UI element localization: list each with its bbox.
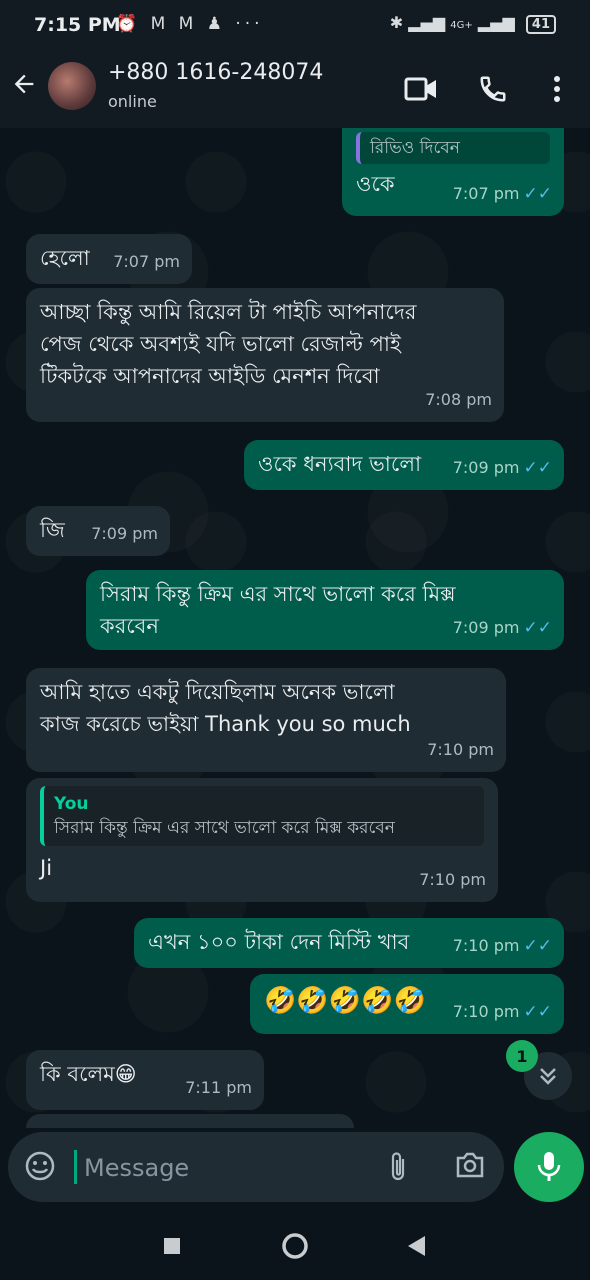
message-time: 7:07 pm — [113, 252, 180, 271]
message-incoming[interactable]: You সিরাম কিন্তু ক্রিম এর সাথে ভালো করে … — [26, 778, 498, 902]
message-time: 7:09 pm — [91, 524, 158, 543]
message-line: আচ্ছা কিন্তু আমি রিয়েল টা পাইচি আপনাদের — [40, 300, 417, 324]
emoji-icon[interactable] — [24, 1150, 56, 1186]
home-button[interactable] — [277, 1228, 313, 1264]
unread-count-badge: 1 — [506, 1040, 538, 1072]
video-call-icon[interactable] — [404, 72, 438, 106]
battery-icon: 41 — [525, 15, 556, 34]
message-input[interactable] — [82, 1148, 376, 1188]
message-time: 7:10 pm — [452, 1002, 520, 1021]
status-time: 7:15 PM — [34, 14, 121, 36]
camera-icon[interactable] — [454, 1150, 486, 1184]
voice-call-icon[interactable] — [476, 72, 510, 106]
message-incoming[interactable] — [26, 1114, 354, 1128]
text-cursor — [74, 1150, 77, 1184]
message-meta: 7:09 pm ✓✓ — [453, 452, 552, 484]
quoted-message[interactable]: You সিরাম কিন্তু ক্রিম এর সাথে ভালো করে … — [40, 786, 484, 846]
message-outgoing[interactable]: এখন ১০০ টাকা দেন মিস্টি খাব 7:10 pm ✓✓ — [134, 918, 564, 968]
system-navigation-bar — [0, 1212, 590, 1280]
message-time: 7:10 pm — [419, 870, 486, 889]
message-line: পেজ থেকে অবশ্যই যদি ভালো রেজাল্ট পাই — [40, 332, 401, 356]
back-button[interactable] — [398, 1228, 434, 1264]
back-arrow-icon[interactable] — [10, 70, 38, 106]
message-meta: 7:10 pm ✓✓ — [453, 996, 552, 1028]
circle-icon — [282, 1233, 308, 1259]
recents-button[interactable] — [154, 1228, 190, 1264]
message-line: আমি হাতে একটু দিয়েছিলাম অনেক ভালো — [40, 680, 395, 704]
network-type: 4G+ — [450, 20, 473, 31]
more-options-icon[interactable] — [540, 72, 574, 106]
read-tick-icon: ✓✓ — [523, 618, 553, 638]
message-outgoing[interactable]: 🤣🤣🤣🤣🤣 7:10 pm ✓✓ — [250, 974, 564, 1034]
read-tick-icon: ✓✓ — [523, 184, 553, 204]
signal-icon: ▂▄▆ — [408, 13, 446, 32]
message-incoming[interactable]: জি 7:09 pm — [26, 506, 170, 556]
quoted-message[interactable]: রিভিও দিবেন — [356, 132, 550, 164]
status-bar: 7:15 PM ⏰ M M ♟ ··· ✱ ▂▄▆ 4G+ ▂▄▆ 41 — [0, 0, 590, 56]
message-line: কাজ করেচে ভাইয়া Thank you so much — [40, 712, 411, 736]
quoted-author: You — [54, 794, 89, 814]
microphone-icon — [537, 1152, 561, 1181]
message-outgoing[interactable]: সিরাম কিন্তু ক্রিম এর সাথে ভালো করে মিক্… — [86, 570, 564, 650]
read-tick-icon: ✓✓ — [523, 458, 553, 478]
read-tick-icon: ✓✓ — [523, 936, 553, 956]
quoted-text: সিরাম কিন্তু ক্রিম এর সাথে ভালো করে মিক্… — [54, 818, 395, 838]
read-tick-icon: ✓✓ — [523, 1002, 553, 1022]
message-time: 7:09 pm — [452, 618, 520, 637]
contact-status: online — [108, 92, 157, 111]
message-incoming[interactable]: কি বলেম😁 7:11 pm — [26, 1050, 264, 1110]
message-meta: 7:07 pm ✓✓ — [453, 178, 552, 210]
message-incoming[interactable]: হেলো 7:07 pm — [26, 234, 192, 284]
contact-name[interactable]: +880 1616-248074 — [108, 60, 323, 85]
message-line: সিরাম কিন্তু ক্রিম এর সাথে ভালো করে মিক্… — [100, 582, 456, 606]
message-incoming[interactable]: আচ্ছা কিন্তু আমি রিয়েল টা পাইচি আপনাদের… — [26, 288, 504, 422]
quoted-text: রিভিও দিবেন — [370, 138, 460, 158]
square-icon — [164, 1238, 180, 1254]
triangle-back-icon — [408, 1236, 425, 1256]
system-icons: ✱ ▂▄▆ 4G+ ▂▄▆ 41 — [390, 13, 556, 34]
chat-area[interactable]: রিভিও দিবেন ওকে 7:07 pm ✓✓ হেলো 7:07 pm আ… — [0, 128, 590, 1128]
message-time: 7:10 pm — [427, 740, 494, 759]
attach-icon[interactable] — [386, 1150, 410, 1188]
chat-header: +880 1616-248074 online — [0, 56, 590, 128]
message-text: Ji — [40, 856, 53, 880]
message-time: 7:07 pm — [452, 184, 520, 203]
message-line: টিকটকে আপনাদের আইডি মেনশন দিবো — [40, 364, 380, 388]
notification-icons: ⏰ M M ♟ ··· — [116, 14, 264, 34]
message-composer — [8, 1132, 504, 1202]
avatar[interactable] — [48, 62, 96, 110]
message-time: 7:09 pm — [452, 458, 520, 477]
message-meta: 7:10 pm ✓✓ — [453, 930, 552, 962]
message-time: 7:11 pm — [185, 1078, 252, 1097]
message-outgoing[interactable]: রিভিও দিবেন ওকে 7:07 pm ✓✓ — [342, 128, 564, 216]
message-outgoing[interactable]: ওকে ধন্যবাদ ভালো 7:09 pm ✓✓ — [244, 440, 564, 490]
message-meta: 7:09 pm ✓✓ — [453, 612, 552, 644]
voice-record-button[interactable] — [514, 1132, 584, 1202]
bluetooth-icon: ✱ — [389, 13, 404, 32]
message-incoming[interactable]: আমি হাতে একটু দিয়েছিলাম অনেক ভালো কাজ ক… — [26, 668, 506, 772]
message-time: 7:08 pm — [425, 390, 492, 409]
message-time: 7:10 pm — [452, 936, 520, 955]
chevron-double-down-icon — [540, 1068, 556, 1085]
signal-icon: ▂▄▆ — [477, 13, 515, 32]
